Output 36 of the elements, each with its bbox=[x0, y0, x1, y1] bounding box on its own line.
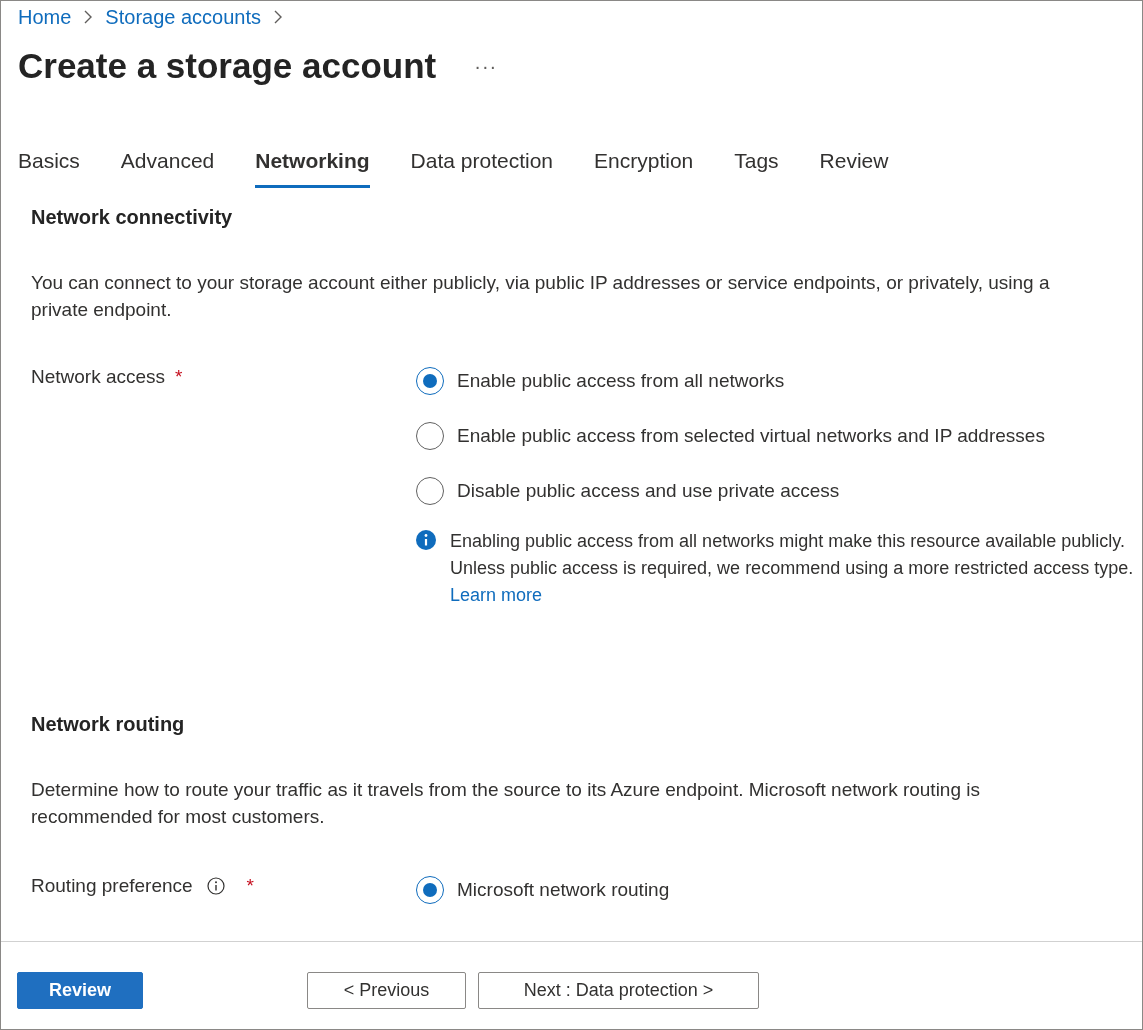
radio-label: Microsoft network routing bbox=[457, 879, 670, 901]
radio-button[interactable] bbox=[416, 477, 444, 505]
section-description: Determine how to route your traffic as it travels from the source to its Azure endpoint. Microsoft network routing is recommended for most customers. bbox=[31, 778, 981, 829]
tab[interactable]: Tags bbox=[734, 141, 779, 188]
tab[interactable]: Basics bbox=[18, 141, 80, 188]
radio-label: Enable public access from all networks bbox=[457, 370, 785, 392]
info-message: Enabling public access from all networks might make this resource available publicly. Unless public access is required, we recommend using a more restricted access type. Learn more bbox=[450, 530, 1135, 607]
field-label: Routing preference bbox=[31, 875, 193, 897]
radio-button[interactable] bbox=[416, 367, 444, 395]
learn-more-link[interactable]: Learn more bbox=[450, 585, 543, 605]
chevron-right-icon bbox=[83, 10, 94, 24]
footer-button[interactable]: < Previous bbox=[307, 972, 466, 1009]
footer-button[interactable]: Review bbox=[17, 972, 143, 1009]
footer-button[interactable]: Next : Data protection > bbox=[478, 972, 759, 1009]
chevron-right-icon bbox=[273, 10, 283, 24]
info-icon[interactable] bbox=[206, 877, 225, 895]
info-icon bbox=[416, 530, 436, 550]
tab[interactable]: Data protection bbox=[410, 141, 554, 188]
required-mark: * bbox=[246, 875, 254, 897]
section-heading: Network connectivity bbox=[31, 206, 234, 229]
more-button[interactable]: ··· bbox=[474, 54, 498, 78]
section-heading: Network routing bbox=[31, 713, 186, 736]
radio-label: Enable public access from selected virtual networks and IP addresses bbox=[457, 425, 1045, 447]
radio-label: Disable public access and use private access bbox=[457, 480, 840, 502]
section-description: You can connect to your storage account either publicly, via public IP addresses or service endpoints, or privately, using a private endpoint. bbox=[31, 271, 1051, 322]
radio-button[interactable] bbox=[416, 876, 444, 904]
page-title: Create a storage account bbox=[18, 46, 437, 86]
required-mark: * bbox=[175, 366, 183, 388]
tab[interactable]: Review bbox=[819, 141, 889, 188]
breadcrumb-link[interactable]: Home bbox=[18, 5, 72, 29]
tab[interactable]: Advanced bbox=[120, 141, 215, 188]
tab[interactable]: Networking bbox=[255, 141, 370, 188]
breadcrumb-link[interactable]: Storage accounts bbox=[105, 5, 261, 29]
field-label: Network access bbox=[31, 366, 166, 388]
tab[interactable]: Encryption bbox=[594, 141, 694, 188]
radio-button[interactable] bbox=[416, 422, 444, 450]
